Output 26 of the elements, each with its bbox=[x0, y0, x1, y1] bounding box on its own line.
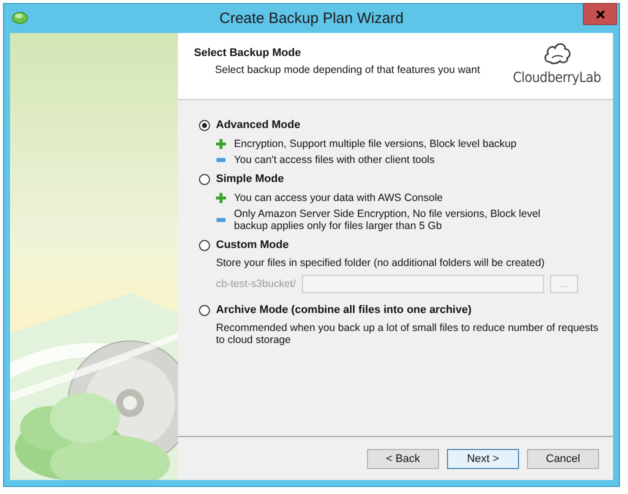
page-subtitle: Select backup mode depending of that features you want bbox=[215, 64, 480, 76]
mode-radio[interactable]: Custom Mode bbox=[199, 236, 601, 254]
feature-text: Only Amazon Server Side Encryption, No file versions, Block level backup applies only for files larger than 5 Gb bbox=[234, 208, 542, 232]
plus-icon bbox=[216, 193, 226, 203]
mode-radio[interactable]: Archive Mode (combine all files into one archive) bbox=[199, 301, 601, 319]
plus-icon bbox=[216, 139, 226, 149]
mode-radio[interactable]: Advanced Mode bbox=[199, 116, 601, 134]
cloud-icon bbox=[542, 41, 572, 65]
wizard-button[interactable]: Cancel bbox=[527, 448, 599, 468]
feature-text: You can access your data with AWS Console bbox=[234, 192, 443, 204]
wizard-button[interactable]: < Back bbox=[367, 448, 439, 468]
mode-radio[interactable]: Simple Mode bbox=[199, 170, 601, 188]
feature-text: Encryption, Support multiple file versions, Block level backup bbox=[234, 138, 516, 150]
minus-icon bbox=[216, 158, 226, 162]
close-icon bbox=[596, 10, 604, 18]
window-title: Create Backup Plan Wizard bbox=[219, 10, 404, 27]
logo-text: CloudberryLab bbox=[512, 70, 601, 86]
feature-text: You can't access files with other client tools bbox=[234, 154, 435, 166]
mode-description: Recommended when you back up a lot of small files to reduce number of requests to cloud storage bbox=[216, 322, 600, 346]
page-title: Select Backup Mode bbox=[194, 47, 302, 59]
wizard-button[interactable]: Next > bbox=[447, 448, 519, 468]
mode-description: Store your files in specified folder (no additional folders will be created) bbox=[216, 257, 546, 269]
bucket-prefix: cb-test-s3bucket/ bbox=[216, 278, 296, 290]
close-button[interactable] bbox=[583, 3, 617, 25]
app-icon bbox=[12, 10, 28, 24]
minus-icon bbox=[216, 218, 226, 222]
